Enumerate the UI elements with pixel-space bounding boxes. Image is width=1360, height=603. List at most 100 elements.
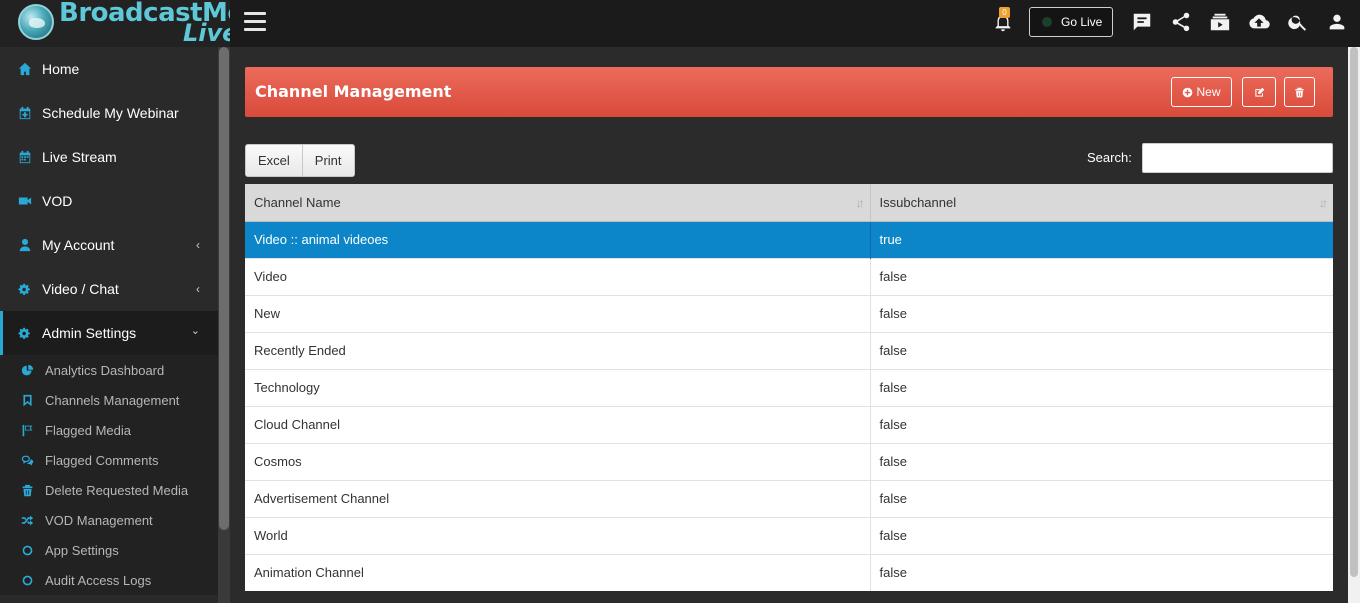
sidebar-item-label: Schedule My Webinar (42, 105, 179, 121)
sidebar-item-video-chat[interactable]: Video / Chat ‹ (0, 267, 218, 311)
hamburger-menu-icon[interactable] (244, 12, 266, 32)
sidebar-subitem-label: Flagged Comments (45, 452, 159, 468)
video-camera-icon (18, 194, 32, 208)
table-row[interactable]: Recently Ended false (245, 331, 1333, 369)
cell-issubchannel: false (869, 442, 1333, 480)
sidebar-subitem-audit-access-logs[interactable]: Audit Access Logs (0, 565, 218, 595)
main-content: Channel Management New Excel Print Searc… (230, 47, 1348, 603)
panel-header: Channel Management New (245, 67, 1333, 117)
table-row[interactable]: Technology false (245, 368, 1333, 406)
notification-badge: 0 (999, 7, 1010, 18)
sidebar-subitem-delete-requested-media[interactable]: Delete Requested Media (0, 475, 218, 505)
table-row[interactable]: Animation Channel false (245, 553, 1333, 591)
cell-issubchannel: false (869, 294, 1333, 332)
sidebar-subitem-channels-management[interactable]: Channels Management (0, 385, 218, 415)
chat-icon[interactable] (1129, 9, 1155, 35)
print-button[interactable]: Print (301, 145, 354, 176)
calendar-icon (18, 150, 32, 164)
sidebar-item-label: Admin Settings (42, 325, 137, 341)
column-header-label: Issubchannel (879, 194, 957, 210)
cell-channel-name: Cloud Channel (245, 405, 870, 443)
go-live-label: Go Live (1061, 15, 1103, 29)
table-row[interactable]: Video :: animal videoes true (245, 220, 1333, 258)
edit-button[interactable] (1242, 77, 1276, 107)
edit-icon (1254, 87, 1264, 97)
sidebar-item-admin-settings[interactable]: Admin Settings ⌄ (0, 311, 218, 355)
shuffle-icon (20, 513, 34, 527)
sidebar-item-label: Live Stream (42, 149, 117, 165)
page-scrollbar-thumb[interactable] (1350, 47, 1358, 577)
sidebar-subitem-vod-management[interactable]: VOD Management (0, 505, 218, 535)
video-library-icon[interactable] (1207, 9, 1233, 35)
sort-icon: ↓↑ (855, 196, 865, 210)
chevron-left-icon: ‹ (196, 238, 200, 252)
sidebar-item-home[interactable]: Home (0, 47, 218, 91)
sidebar-item-label: My Account (42, 237, 115, 253)
sidebar-subitem-label: Analytics Dashboard (45, 362, 165, 378)
column-header-issubchannel[interactable]: Issubchannel ↓↑ (869, 184, 1333, 222)
cell-channel-name: Animation Channel (245, 553, 870, 591)
sidebar-subitem-label: Delete Requested Media (45, 482, 189, 498)
cell-channel-name: Video :: animal videoes (245, 220, 870, 258)
delete-button[interactable] (1284, 77, 1315, 107)
table-row[interactable]: Video false (245, 257, 1333, 295)
table-row[interactable]: Cloud Channel false (245, 405, 1333, 443)
new-button-label: New (1196, 85, 1221, 99)
sidebar-item-label: Home (42, 61, 80, 77)
sidebar-item-schedule-my-webinar[interactable]: Schedule My Webinar (0, 91, 218, 135)
trash-icon (20, 483, 34, 497)
calendar-plus-icon (18, 106, 32, 120)
circle-icon (20, 543, 34, 557)
pie-chart-icon (20, 363, 34, 377)
cell-issubchannel: false (869, 257, 1333, 295)
table-row[interactable]: Advertisement Channel false (245, 479, 1333, 517)
home-icon (18, 62, 32, 76)
new-button[interactable]: New (1171, 77, 1232, 107)
sidebar-subitem-flagged-media[interactable]: Flagged Media (0, 415, 218, 445)
search-input[interactable] (1142, 143, 1333, 173)
live-status-dot (1042, 17, 1052, 27)
search-icon[interactable] (1285, 9, 1311, 35)
sidebar-item-vod[interactable]: VOD (0, 179, 218, 223)
table-row[interactable]: New false (245, 294, 1333, 332)
column-header-channel-name[interactable]: Channel Name ↓↑ (245, 184, 870, 222)
export-button-group: Excel Print (245, 144, 355, 177)
excel-button[interactable]: Excel (246, 145, 302, 176)
sidebar-scrollbar-thumb[interactable] (219, 47, 229, 530)
cell-issubchannel: false (869, 405, 1333, 443)
go-live-button[interactable]: Go Live (1029, 7, 1113, 37)
cell-channel-name: World (245, 516, 870, 554)
bookmark-icon (20, 393, 34, 407)
share-icon[interactable] (1168, 9, 1194, 35)
sidebar-subitem-app-settings[interactable]: App Settings (0, 535, 218, 565)
sidebar-subitem-label: Flagged Media (45, 422, 131, 438)
cell-issubchannel: false (869, 331, 1333, 369)
cell-issubchannel: false (869, 553, 1333, 591)
cell-issubchannel: false (869, 479, 1333, 517)
sort-icon: ↓↑ (1319, 196, 1328, 210)
sidebar-item-label: VOD (42, 193, 73, 209)
sidebar-subitem-analytics-dashboard[interactable]: Analytics Dashboard (0, 355, 218, 385)
globe-logo-icon (18, 4, 54, 40)
page-title: Channel Management (255, 82, 452, 101)
sidebar-scrollbar[interactable] (218, 47, 230, 603)
cloud-upload-icon[interactable] (1246, 9, 1272, 35)
sidebar-subitem-label: VOD Management (45, 512, 153, 528)
sidebar-subitem-flagged-comments[interactable]: Flagged Comments (0, 445, 218, 475)
cell-channel-name: New (245, 294, 870, 332)
circle-icon (20, 573, 34, 587)
page-scrollbar[interactable] (1348, 47, 1360, 603)
sidebar-subitem-label: App Settings (45, 542, 119, 558)
sidebar-item-my-account[interactable]: My Account ‹ (0, 223, 218, 267)
gears-icon (18, 282, 32, 296)
cell-issubchannel: true (869, 220, 1333, 258)
sidebar-item-live-stream[interactable]: Live Stream (0, 135, 218, 179)
table-row[interactable]: Cosmos false (245, 442, 1333, 480)
plus-circle-icon (1183, 87, 1193, 97)
cell-channel-name: Video (245, 257, 870, 295)
search-label: Search: (1087, 150, 1132, 165)
logo[interactable]: BroadcastMe Live (0, 0, 230, 47)
gears-icon (18, 326, 32, 340)
user-icon[interactable] (1324, 9, 1350, 35)
table-row[interactable]: World false (245, 516, 1333, 554)
